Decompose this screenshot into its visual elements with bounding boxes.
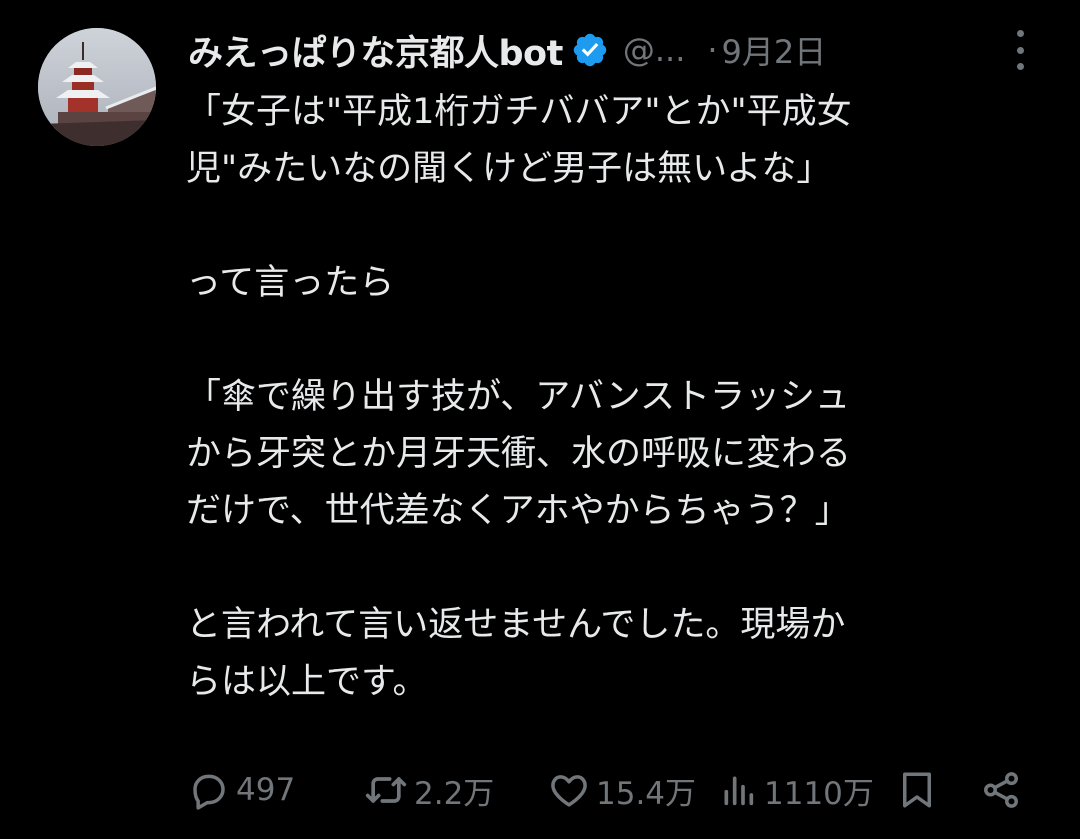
reply-icon: [193, 774, 225, 810]
tweet-date[interactable]: 9月2日: [722, 27, 827, 73]
header-separator: ·: [707, 31, 718, 69]
more-options-icon[interactable]: [1002, 30, 1038, 70]
like-count: 15.4万: [596, 775, 697, 812]
repost-icon: [365, 777, 407, 803]
bookmark-button[interactable]: [896, 762, 938, 818]
more-dot: [1016, 46, 1024, 54]
tweet: みえっぱりな京都人bot @... · 9月2日 「女子は"平成1桁ガチババア"…: [0, 0, 1080, 839]
like-button[interactable]: 15.4万: [548, 762, 696, 818]
tweet-text: 「女子は"平成1桁ガチババア"とか"平成女 児"みたいなの聞くけど男子は無いよな…: [186, 92, 852, 702]
views-count: 1110万: [764, 775, 874, 812]
more-dot: [1016, 30, 1024, 37]
author-display-name[interactable]: みえっぱりな京都人bot: [188, 25, 563, 76]
like-icon: [551, 775, 587, 807]
tweet-actions: 497 2.2万 15.4万 1110万: [188, 762, 1038, 818]
tweet-header: みえっぱりな京都人bot @... · 9月2日: [188, 22, 1038, 78]
share-icon: [984, 772, 1018, 808]
avatar[interactable]: [38, 28, 156, 146]
author-handle[interactable]: @...: [623, 31, 686, 69]
reply-count: 497: [236, 772, 296, 808]
views-button[interactable]: 1110万: [718, 762, 874, 818]
repost-button[interactable]: 2.2万: [364, 762, 494, 818]
more-dot: [1016, 63, 1024, 70]
pagoda-avatar-image: [38, 28, 156, 146]
views-icon: [724, 776, 754, 806]
verified-badge-icon: [571, 31, 609, 69]
reply-button[interactable]: 497: [188, 762, 295, 818]
bookmark-icon: [903, 772, 931, 808]
repost-count: 2.2万: [414, 775, 495, 812]
share-button[interactable]: [980, 762, 1022, 818]
